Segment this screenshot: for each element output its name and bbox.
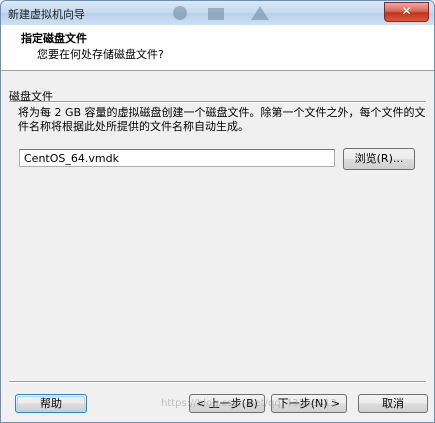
close-icon: ✕ xyxy=(401,4,412,18)
titlebar-decoration-icon xyxy=(173,6,187,20)
browse-button[interactable]: 浏览(R)... xyxy=(343,148,415,170)
footer-divider xyxy=(9,381,426,383)
page-title: 指定磁盘文件 xyxy=(21,32,87,45)
cancel-button[interactable]: 取消 xyxy=(358,394,428,413)
page-subtitle: 您要在何处存储磁盘文件? xyxy=(37,48,164,61)
wizard-header: 指定磁盘文件 您要在何处存储磁盘文件? xyxy=(1,25,434,71)
titlebar-decoration-icon xyxy=(251,6,269,20)
help-button[interactable]: 帮助 xyxy=(15,394,87,413)
help-button-label: 帮助 xyxy=(40,397,62,410)
disk-filename-input[interactable] xyxy=(19,149,335,167)
title-bar[interactable]: 新建虚拟机向导 ✕ xyxy=(1,1,434,25)
titlebar-decoration-icon xyxy=(208,8,224,20)
window-title: 新建虚拟机向导 xyxy=(8,8,85,21)
wizard-window: 新建虚拟机向导 ✕ 指定磁盘文件 您要在何处存储磁盘文件? 磁盘文件 将为每 2… xyxy=(0,0,435,423)
watermark-text: https://blog.csdn.net/qq_43263813 xyxy=(161,398,337,409)
close-button[interactable]: ✕ xyxy=(384,2,429,22)
group-divider xyxy=(9,101,426,103)
disk-file-description: 将为每 2 GB 容量的虚拟磁盘创建一个磁盘文件。除第一个文件之外，每个文件的文… xyxy=(18,106,426,133)
